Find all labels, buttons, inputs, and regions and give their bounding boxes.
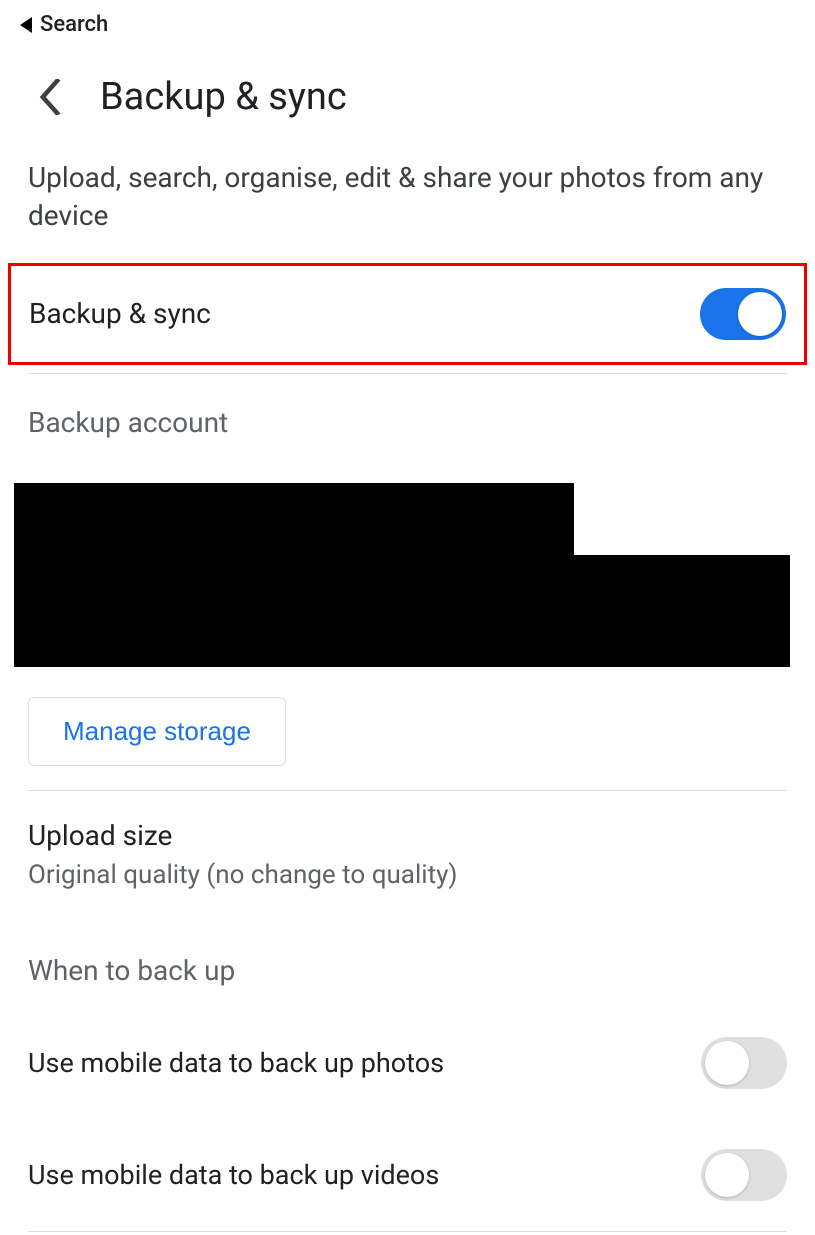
account-redacted-area <box>14 483 801 667</box>
page-title: Backup & sync <box>100 75 347 119</box>
when-to-backup-label: When to back up <box>0 904 815 1007</box>
upload-size-row[interactable]: Upload size Original quality (no change … <box>0 791 815 904</box>
status-back-label: Search <box>40 12 108 37</box>
mobile-data-photos-label: Use mobile data to back up photos <box>28 1047 444 1079</box>
toggle-knob <box>738 292 782 336</box>
page-description: Upload, search, organise, edit & share y… <box>0 149 815 263</box>
mobile-data-videos-row: Use mobile data to back up videos <box>0 1119 815 1231</box>
chevron-left-icon <box>39 79 61 115</box>
upload-size-title: Upload size <box>28 819 787 852</box>
backup-sync-label: Backup & sync <box>29 297 211 330</box>
divider <box>28 1231 787 1232</box>
mobile-data-videos-toggle[interactable] <box>701 1149 787 1201</box>
back-button[interactable] <box>28 75 72 119</box>
mobile-data-photos-row: Use mobile data to back up photos <box>0 1007 815 1119</box>
status-bar[interactable]: Search <box>0 0 815 45</box>
backup-sync-row: Backup & sync <box>8 263 807 365</box>
mobile-data-photos-toggle[interactable] <box>701 1037 787 1089</box>
back-triangle-icon <box>20 17 32 33</box>
redacted-block <box>14 555 790 667</box>
backup-sync-toggle[interactable] <box>700 288 786 340</box>
toggle-knob <box>705 1153 749 1197</box>
manage-storage-button[interactable]: Manage storage <box>28 697 286 766</box>
backup-account-label: Backup account <box>0 374 815 459</box>
upload-size-subtitle: Original quality (no change to quality) <box>28 860 787 890</box>
toggle-knob <box>705 1041 749 1085</box>
redacted-block <box>14 483 574 555</box>
header: Backup & sync <box>0 45 815 149</box>
mobile-data-videos-label: Use mobile data to back up videos <box>28 1159 439 1191</box>
